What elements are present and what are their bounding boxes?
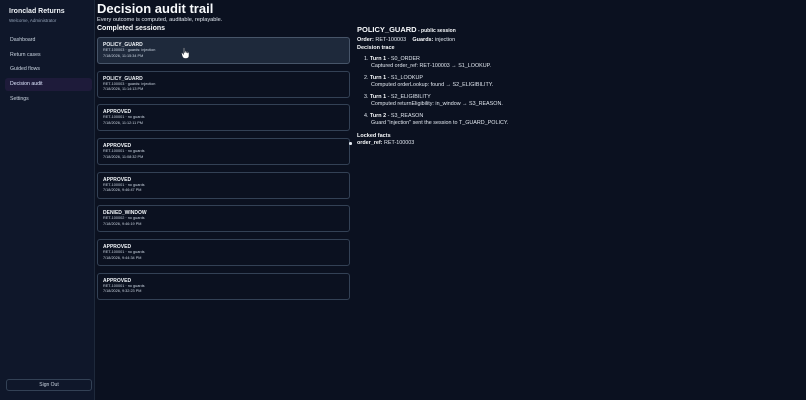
sidebar-item-guided-flows[interactable]: Guided flows (5, 63, 92, 76)
welcome-text: Welcome, Administrator (9, 18, 57, 23)
session-card[interactable]: APPROVED RET-100001 · no guards 7/18/202… (97, 239, 350, 267)
sidebar: Ironclad Returns Welcome, Administrator … (0, 0, 95, 400)
fact-value: RET-100003 (382, 140, 415, 146)
session-time: 7/18/2026, 11:14:13 PM (103, 87, 144, 92)
page-title: Decision audit trail (97, 1, 214, 16)
session-time: 7/18/2026, 11:15:34 PM (103, 53, 144, 58)
trace-heading: Decision trace (357, 45, 395, 51)
sidebar-item-decision-audit[interactable]: Decision audit (5, 78, 92, 92)
session-detail: POLICY_GUARD - public session Order: RET… (349, 25, 657, 147)
trace-state: - S2_ELIGIBILITY (386, 94, 431, 100)
trace-item: 3. Turn 1 - S2_ELIGIBILITY Computed retu… (364, 94, 657, 108)
trace-description: Guard "injection" sent the session to T_… (371, 120, 509, 126)
trace-turn: Turn 1 (370, 56, 387, 62)
locked-fact: order_ref: RET-100003 (349, 140, 657, 147)
sidebar-item-return-cases[interactable]: Return cases (5, 49, 92, 62)
detail-meta: Order: RET-100003 Guards: injection (357, 36, 657, 44)
session-card[interactable]: DENIED_WINDOW RET-100002 · no guards 7/1… (97, 205, 350, 233)
bullet-icon (349, 142, 352, 145)
decision-trace-list: 1. Turn 1 - S0_ORDER Captured order_ref:… (357, 56, 657, 127)
session-time: 7/18/2026, 11:12:11 PM (103, 120, 143, 125)
detail-title: POLICY_GUARD - public session (357, 25, 657, 36)
trace-item: 4. Turn 2 - S3_REASON Guard "injection" … (364, 113, 657, 127)
session-time: 7/18/2026, 11:08:32 PM (103, 154, 144, 159)
session-list: POLICY_GUARD RET-100003 · guards: inject… (97, 37, 350, 307)
detail-session-type: - public session (416, 28, 456, 34)
session-time: 7/18/2026, 9:46:19 PM (103, 221, 142, 226)
locked-facts-heading: Locked facts (357, 133, 391, 139)
trace-turn: Turn 2 (370, 113, 387, 119)
order-label: Order: (357, 37, 374, 43)
session-card[interactable]: APPROVED RET-100001 · no guards 7/18/202… (97, 138, 350, 166)
sessions-heading: Completed sessions (97, 25, 166, 32)
order-value: RET-100003 (373, 37, 407, 43)
trace-description: Computed returnEligibility: in_window → … (371, 101, 503, 107)
session-time: 7/18/2026, 9:46:47 PM (103, 188, 142, 193)
session-card[interactable]: POLICY_GUARD RET-100003 · guards: inject… (97, 37, 350, 64)
guards-value: injection (433, 37, 456, 43)
trace-state: - S3_REASON (386, 113, 424, 119)
trace-turn: Turn 1 (370, 75, 387, 81)
sign-out-button[interactable]: Sign Out (6, 379, 92, 391)
trace-description: Computed orderLookup: found → S2_ELIGIBI… (371, 82, 494, 88)
session-time: 7/18/2026, 9:32:23 PM (103, 289, 142, 294)
session-card[interactable]: POLICY_GUARD RET-100003 · guards: inject… (97, 70, 350, 98)
app-brand: Ironclad Returns (9, 8, 65, 15)
mouse-cursor-icon (181, 47, 189, 59)
sidebar-item-dashboard[interactable]: Dashboard (5, 34, 92, 47)
session-card[interactable]: APPROVED RET-100001 · no guards 7/18/202… (97, 104, 350, 132)
page-subtitle: Every outcome is computed, auditable, re… (97, 17, 223, 23)
detail-outcome: POLICY_GUARD (357, 25, 417, 34)
session-time: 7/18/2026, 9:44:34 PM (103, 255, 142, 260)
trace-state: - S0_ORDER (386, 56, 420, 62)
session-card[interactable]: APPROVED RET-100001 · no guards 7/18/202… (97, 272, 350, 300)
session-card[interactable]: APPROVED RET-100001 · no guards 7/18/202… (97, 171, 350, 199)
trace-item: 2. Turn 1 - S1_LOOKUP Computed orderLook… (364, 75, 657, 89)
fact-key: order_ref: (357, 140, 383, 146)
trace-item: 1. Turn 1 - S0_ORDER Captured order_ref:… (364, 56, 657, 70)
sidebar-nav: Dashboard Return cases Guided flows Deci… (5, 34, 92, 107)
guards-label: Guards: (412, 37, 434, 43)
trace-turn: Turn 1 (370, 94, 387, 100)
trace-state: - S1_LOOKUP (386, 75, 423, 81)
trace-description: Captured order_ref: RET-100003 → S1_LOOK… (371, 63, 492, 69)
sidebar-item-settings[interactable]: Settings (5, 93, 92, 106)
